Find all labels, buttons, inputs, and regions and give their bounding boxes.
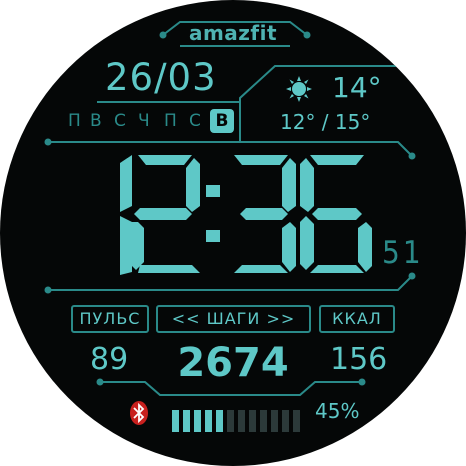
bluetooth-icon — [129, 400, 149, 426]
battery-segment — [216, 410, 223, 432]
steps-value: 2674 — [177, 340, 289, 386]
battery-segment — [205, 410, 212, 432]
battery-segment — [282, 410, 289, 432]
colon-bottom — [206, 230, 220, 242]
battery-segment — [249, 410, 256, 432]
kcal-value: 156 — [330, 342, 388, 377]
minute-digit-3 — [234, 155, 296, 273]
steps-label-box[interactable]: << ШАГИ >> — [156, 305, 311, 333]
colon-top — [206, 185, 220, 197]
battery-segment — [238, 410, 245, 432]
pulse-label: ПУЛЬС — [79, 309, 141, 328]
pulse-label-box[interactable]: ПУЛЬС — [71, 305, 149, 333]
kcal-label: ККАЛ — [332, 309, 382, 328]
minutes-value: 36 — [0, 0, 1, 1]
battery-segment — [260, 410, 267, 432]
battery-segment — [293, 410, 300, 432]
seconds-display: 51 — [382, 234, 424, 271]
time-display — [120, 155, 372, 275]
battery-bar — [172, 410, 306, 432]
minute-digit-6 — [300, 155, 372, 273]
battery-segment — [172, 410, 179, 432]
steps-label: << ШАГИ >> — [171, 309, 296, 328]
kcal-label-box[interactable]: ККАЛ — [319, 305, 395, 333]
battery-segment — [183, 410, 190, 432]
hour-digit-2 — [130, 155, 200, 273]
battery-percent: 45% — [315, 399, 360, 423]
battery-segment — [271, 410, 278, 432]
battery-segment — [227, 410, 234, 432]
watch-face: amazfit 26/03 П В С Ч П С В 14° 12° / 15… — [0, 0, 466, 466]
battery-segment — [194, 410, 201, 432]
